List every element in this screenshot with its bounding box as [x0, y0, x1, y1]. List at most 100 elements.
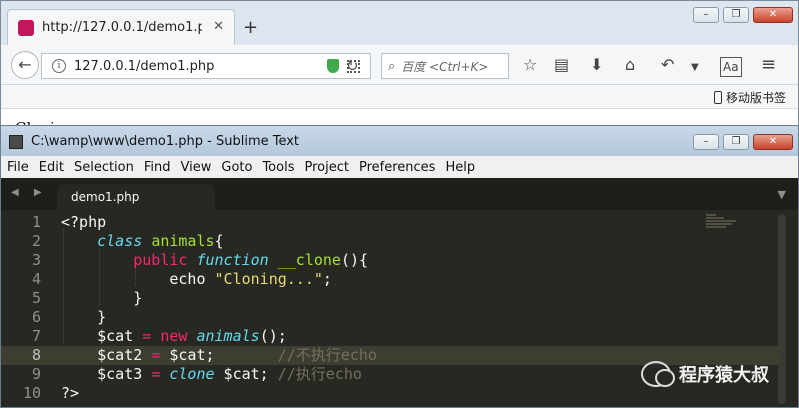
browser-minimize-button[interactable]: –: [693, 7, 719, 23]
browser-tab[interactable]: http://127.0.0.1/demo1.php ✕: [7, 9, 235, 45]
star-icon[interactable]: ☆: [523, 56, 537, 74]
code-token: echo: [61, 270, 215, 288]
undo-icon[interactable]: ↶: [661, 56, 674, 74]
menu-find[interactable]: Find: [144, 160, 171, 175]
code-token: ?>: [61, 384, 80, 402]
code-line[interactable]: 2 class animals{: [1, 232, 781, 251]
download-icon[interactable]: ⬇: [590, 56, 603, 74]
menu-view[interactable]: View: [181, 160, 212, 175]
code-token: "Cloning...": [214, 270, 323, 288]
dropdown-icon[interactable]: ▼: [691, 59, 699, 77]
code-token: $cat;: [160, 346, 278, 364]
browser-maximize-button[interactable]: ❐: [723, 7, 749, 23]
sublime-window: C:\wamp\www\demo1.php - Sublime Text – ❐…: [0, 125, 799, 408]
watermark: 程序猿大叔: [641, 361, 769, 387]
tab-title: http://127.0.0.1/demo1.php: [42, 20, 202, 35]
code-token: function: [196, 251, 269, 269]
site-info-icon[interactable]: i: [52, 59, 66, 73]
editor-tab-label: demo1.php: [71, 190, 140, 204]
mobile-bookmarks-button[interactable]: 移动版书签: [713, 89, 786, 106]
code-line[interactable]: 3 public function __clone(){: [1, 251, 781, 270]
wechat-icon: [641, 361, 675, 387]
code-token: <?php: [61, 213, 107, 231]
code-text[interactable]: <?php: [61, 213, 106, 232]
phone-icon: [713, 91, 722, 104]
code-text[interactable]: public function __clone(){: [61, 251, 368, 270]
reload-icon[interactable]: ↻: [346, 57, 359, 75]
code-token: clone: [169, 365, 215, 383]
back-button[interactable]: ←: [11, 51, 39, 79]
menu-bar: File Edit Selection Find View Goto Tools…: [1, 156, 798, 178]
new-tab-button[interactable]: +: [243, 19, 258, 37]
tab-dropdown-icon[interactable]: ▼: [778, 188, 786, 201]
code-line[interactable]: 4 echo "Cloning...";: [1, 270, 781, 289]
menu-selection[interactable]: Selection: [74, 160, 134, 175]
watermark-text: 程序猿大叔: [679, 365, 769, 386]
menu-project[interactable]: Project: [304, 160, 348, 175]
browser-nav-bar: ← i 127.0.0.1/demo1.php ↻ ⌕ 百度 <Ctrl+K> …: [1, 45, 798, 85]
bookmark-bar: 移动版书签: [1, 85, 798, 109]
reading-list-icon[interactable]: ▤: [554, 56, 569, 74]
code-line[interactable]: 6 }: [1, 308, 781, 327]
sublime-title-bar: C:\wamp\www\demo1.php - Sublime Text – ❐…: [1, 126, 798, 156]
code-token: $cat3: [61, 365, 152, 383]
editor-tab-bar: ◀ ▶ demo1.php ▼: [1, 178, 798, 210]
line-number: 9: [31, 365, 41, 383]
tab-close-icon[interactable]: ✕: [213, 19, 224, 34]
code-token: //不执行echo: [277, 346, 377, 364]
code-token: new: [160, 327, 188, 345]
menu-file[interactable]: File: [7, 160, 29, 175]
search-bar[interactable]: ⌕ 百度 <Ctrl+K>: [381, 53, 509, 79]
code-token: }: [61, 308, 107, 326]
code-token: class: [97, 232, 143, 250]
line-number: 8: [31, 346, 41, 364]
code-text[interactable]: $cat2 = $cat; //不执行echo: [61, 346, 377, 365]
browser-tab-strip: http://127.0.0.1/demo1.php ✕ + – ❐ ✕: [1, 1, 798, 45]
code-line[interactable]: 5 }: [1, 289, 781, 308]
sublime-minimize-button[interactable]: –: [693, 134, 719, 150]
tab-nav-arrows-icon[interactable]: ◀ ▶: [11, 187, 48, 198]
search-icon: ⌕: [388, 58, 396, 74]
code-text[interactable]: }: [61, 289, 142, 308]
line-number: 2: [31, 232, 41, 250]
url-text[interactable]: 127.0.0.1/demo1.php: [74, 59, 327, 74]
address-bar[interactable]: i 127.0.0.1/demo1.php: [41, 53, 371, 79]
code-text[interactable]: $cat = new animals();: [61, 327, 287, 346]
code-token: public: [133, 251, 188, 269]
menu-preferences[interactable]: Preferences: [359, 160, 435, 175]
editor-tab-demo1[interactable]: demo1.php: [57, 184, 215, 210]
sublime-close-button[interactable]: ✕: [753, 134, 793, 150]
code-token: animals: [151, 232, 215, 250]
code-token: ;: [322, 270, 332, 288]
code-text[interactable]: class animals{: [61, 232, 223, 251]
search-placeholder: 百度 <Ctrl+K>: [401, 59, 489, 74]
menu-tools[interactable]: Tools: [262, 160, 294, 175]
code-token: =: [151, 346, 161, 364]
code-token: ();: [259, 327, 287, 345]
code-line[interactable]: 1 <?php: [1, 213, 781, 232]
line-number: 4: [31, 270, 41, 288]
code-token: $cat: [61, 327, 143, 345]
browser-close-button[interactable]: ✕: [753, 7, 793, 23]
menu-edit[interactable]: Edit: [39, 160, 64, 175]
code-text[interactable]: echo "Cloning...";: [61, 270, 332, 289]
code-line[interactable]: 7 $cat = new animals();: [1, 327, 781, 346]
line-number: 5: [31, 289, 41, 307]
menu-icon[interactable]: ≡: [761, 56, 776, 74]
menu-goto[interactable]: Goto: [221, 160, 252, 175]
line-number: 7: [31, 327, 41, 345]
home-icon[interactable]: ⌂: [625, 56, 635, 74]
reader-icon[interactable]: Aa: [720, 57, 742, 77]
code-token: (){: [340, 251, 369, 269]
code-text[interactable]: ?>: [61, 384, 79, 403]
code-text[interactable]: $cat3 = clone $cat; //执行echo: [61, 365, 362, 384]
code-text[interactable]: }: [61, 308, 106, 327]
menu-help[interactable]: Help: [445, 160, 475, 175]
sublime-maximize-button[interactable]: ❐: [723, 134, 749, 150]
security-shield-icon[interactable]: [327, 59, 339, 73]
